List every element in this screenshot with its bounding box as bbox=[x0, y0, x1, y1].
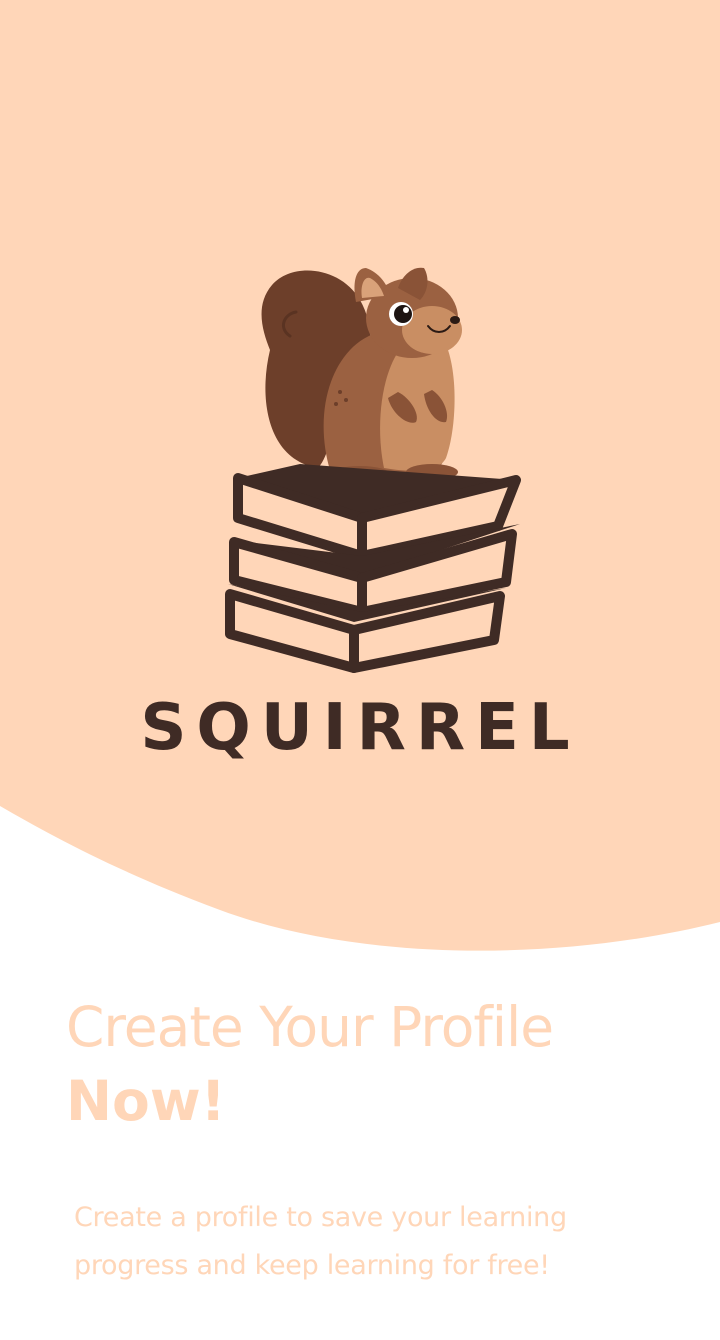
headline: Create Your Profile Now! bbox=[66, 990, 686, 1138]
brand-name: SQUIRREL bbox=[140, 691, 580, 765]
headline-line1: Create Your Profile bbox=[66, 995, 554, 1059]
onboarding-screen: SQUIRREL Create Your Profile Now! Create… bbox=[0, 0, 720, 1340]
description-text: Create a profile to save your learning p… bbox=[74, 1202, 567, 1281]
headline-line2: Now! bbox=[66, 1069, 226, 1133]
squirrel-logo-icon bbox=[225, 267, 521, 673]
